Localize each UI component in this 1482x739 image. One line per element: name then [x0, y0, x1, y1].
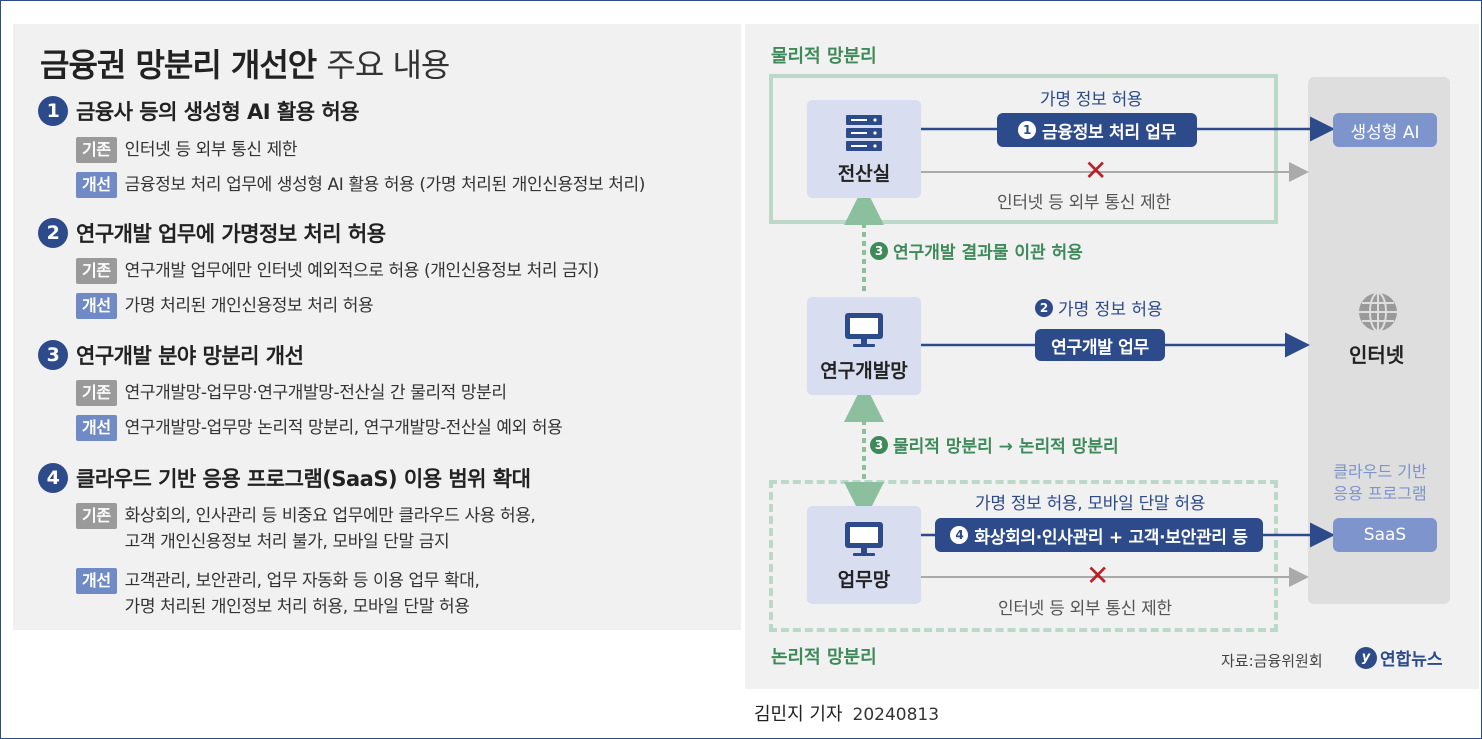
saas-target: SaaS: [1333, 518, 1437, 552]
rnd-flow-top-text: 2 가명 정보 허용: [1035, 295, 1163, 320]
byline: 김민지 기자 20240813: [754, 700, 939, 726]
work-blocked-text: 인터넷 등 외부 통신 제한: [998, 599, 1172, 619]
internet-label: 인터넷: [1349, 343, 1405, 367]
server-flow-pill: 1 금융정보 처리 업무: [997, 113, 1197, 147]
monitor-icon: [845, 521, 883, 556]
flow-number: 2: [1035, 298, 1053, 317]
work-flow-pill: 4 화상회의·인사관리 + 고객·보안관리 등: [935, 518, 1263, 552]
link-top-text: 연구개발 결과물 이관 허용: [893, 243, 1083, 263]
flow-number: 4: [950, 526, 969, 544]
flow-number: 3: [870, 241, 888, 260]
logo-text: 연합뉴스: [1380, 650, 1443, 670]
flow-pill-label: 금융정보 처리 업무: [1042, 122, 1176, 143]
publish-date: 20240813: [852, 705, 940, 725]
link-top-label: 3 연구개발 결과물 이관 허용: [870, 238, 1083, 263]
blocked-x-icon: ✕: [1086, 559, 1110, 592]
blocked-x-icon: ✕: [1084, 154, 1108, 187]
diagram-lines: [844, 116, 1335, 587]
work-network-label: 업무망: [837, 568, 891, 591]
link-bottom-label: 3 물리적 망분리 → 논리적 망분리: [870, 432, 1119, 457]
rnd-network-label: 연구개발망: [820, 359, 908, 382]
monitor-icon: [845, 312, 883, 347]
work-flow-top-text: 가명 정보 허용, 모바일 단말 허용: [975, 494, 1206, 514]
flow-number: 3: [870, 435, 888, 454]
server-flow-top-text: 가명 정보 허용: [1040, 90, 1143, 110]
server-room-label: 전산실: [837, 162, 891, 185]
rnd-flow-top-label: 가명 정보 허용: [1058, 300, 1163, 320]
yonhap-mark-icon: y: [1355, 646, 1377, 669]
flow-pill-label: 화상회의·인사관리 + 고객·보안관리 등: [974, 527, 1248, 548]
cloud-app-label: 클라우드 기반 응용 프로그램: [1333, 462, 1427, 503]
flow-number: 1: [1018, 121, 1037, 139]
generative-ai-target: 생성형 AI: [1333, 113, 1437, 147]
rnd-network-node: 연구개발망: [807, 297, 921, 395]
globe-icon: [1356, 290, 1400, 338]
rnd-flow-pill: 연구개발 업무: [1035, 329, 1165, 361]
server-blocked-text: 인터넷 등 외부 통신 제한: [997, 193, 1171, 213]
author: 김민지 기자: [754, 704, 843, 725]
server-room-node: 전산실: [807, 100, 921, 198]
work-network-node: 업무망: [807, 506, 921, 604]
server-icon: [846, 114, 882, 151]
source-credit: 자료:금융위원회: [1221, 652, 1323, 670]
yonhap-logo: y 연합뉴스: [1355, 645, 1443, 670]
link-bottom-text: 물리적 망분리 → 논리적 망분리: [893, 437, 1119, 457]
